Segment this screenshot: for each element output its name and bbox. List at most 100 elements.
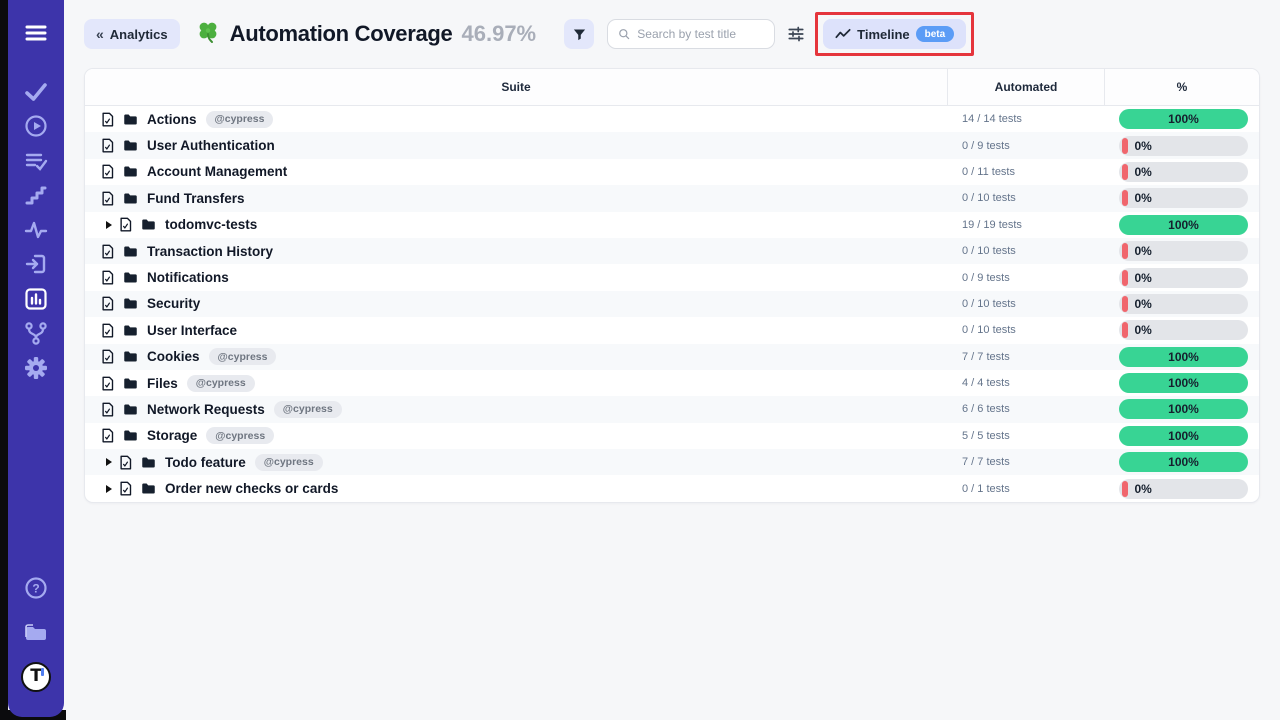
suite-cell: Network Requests @cypress — [85, 401, 947, 418]
table-row[interactable]: Order new checks or cards 0 / 1 tests 0% — [85, 475, 1259, 501]
suite-cell: Security — [85, 296, 947, 311]
percent-cell: 100% — [1104, 373, 1259, 393]
filter-button[interactable] — [564, 19, 594, 49]
table-row[interactable]: Security 0 / 10 tests 0% — [85, 291, 1259, 317]
percent-value: 0% — [1135, 244, 1152, 258]
suite-name: Actions — [147, 112, 197, 127]
test-file-icon — [101, 270, 114, 285]
percent-badge: 100% — [1119, 399, 1248, 419]
caret-right-icon[interactable] — [106, 458, 112, 466]
folder-icon — [123, 377, 138, 390]
login-icon[interactable] — [23, 251, 49, 277]
trend-line-icon — [835, 28, 851, 41]
suite-cell: Cookies @cypress — [85, 348, 947, 365]
search-box — [607, 19, 775, 49]
caret-right-icon[interactable] — [106, 485, 112, 493]
timeline-label: Timeline — [857, 27, 910, 42]
table-row[interactable]: Notifications 0 / 9 tests 0% — [85, 264, 1259, 290]
red-progress-bar — [1122, 270, 1128, 286]
funnel-icon — [572, 27, 587, 42]
suite-name: User Interface — [147, 323, 237, 338]
percent-value: 0% — [1135, 191, 1152, 205]
percent-value: 100% — [1168, 376, 1199, 390]
folder-docs-icon[interactable] — [23, 618, 49, 644]
red-progress-bar — [1122, 243, 1128, 259]
clover-icon — [196, 20, 220, 49]
caret-right-icon[interactable] — [106, 221, 112, 229]
screen-edge-left — [0, 0, 8, 720]
folder-icon — [141, 456, 156, 469]
folder-icon — [141, 482, 156, 495]
cypress-tag: @cypress — [209, 348, 277, 365]
suite-cell: todomvc-tests — [85, 217, 947, 232]
table-row[interactable]: todomvc-tests 19 / 19 tests 100% — [85, 212, 1259, 238]
table-row[interactable]: Transaction History 0 / 10 tests 0% — [85, 238, 1259, 264]
table-row[interactable]: Cookies @cypress 7 / 7 tests 100% — [85, 344, 1259, 370]
table-row[interactable]: User Interface 0 / 10 tests 0% — [85, 317, 1259, 343]
topbar: « Analytics Automation Coverage 46.97% — [64, 0, 1280, 68]
percent-badge: 100% — [1119, 347, 1248, 367]
suite-name: Security — [147, 296, 200, 311]
gear-icon[interactable] — [23, 355, 49, 381]
app-logo[interactable]: T — [20, 661, 52, 693]
suite-name: Storage — [147, 428, 197, 443]
percent-value: 0% — [1135, 271, 1152, 285]
red-progress-bar — [1122, 138, 1128, 154]
steps-icon[interactable] — [23, 182, 49, 208]
table-row[interactable]: Account Management 0 / 11 tests 0% — [85, 159, 1259, 185]
bar-chart-icon[interactable] — [23, 286, 49, 312]
timeline-button[interactable]: Timeline beta — [823, 19, 966, 49]
test-file-icon — [101, 376, 114, 391]
percent-value: 100% — [1168, 218, 1199, 232]
folder-icon — [123, 324, 138, 337]
branch-icon[interactable] — [23, 320, 49, 346]
folder-icon — [123, 113, 138, 126]
activity-icon[interactable] — [23, 217, 49, 243]
suite-cell: Notifications — [85, 270, 947, 285]
folder-icon — [141, 218, 156, 231]
percent-value: 0% — [1135, 165, 1152, 179]
folder-icon — [123, 297, 138, 310]
table-row[interactable]: Files @cypress 4 / 4 tests 100% — [85, 370, 1259, 396]
check-icon[interactable] — [23, 79, 49, 105]
suite-cell: Account Management — [85, 164, 947, 179]
table-row[interactable]: Actions @cypress 14 / 14 tests 100% — [85, 106, 1259, 132]
logo-circle: T — [21, 662, 51, 692]
percent-cell: 100% — [1104, 452, 1259, 472]
play-circle-icon[interactable] — [23, 113, 49, 139]
suite-cell: Storage @cypress — [85, 427, 947, 444]
percent-badge: 100% — [1119, 373, 1248, 393]
table-row[interactable]: Fund Transfers 0 / 10 tests 0% — [85, 185, 1259, 211]
list-check-icon[interactable] — [23, 148, 49, 174]
percent-badge: 100% — [1119, 426, 1248, 446]
search-input[interactable] — [637, 27, 764, 41]
menu-icon[interactable] — [23, 20, 49, 46]
adjustments-icon[interactable] — [787, 25, 805, 43]
table-row[interactable]: Network Requests @cypress 6 / 6 tests 10… — [85, 396, 1259, 422]
suite-name: Network Requests — [147, 402, 265, 417]
automated-cell: 0 / 9 tests — [947, 140, 1104, 152]
percent-value: 100% — [1168, 350, 1199, 364]
suite-name: todomvc-tests — [165, 217, 257, 232]
automated-cell: 0 / 10 tests — [947, 245, 1104, 257]
test-file-icon — [101, 296, 114, 311]
test-file-icon — [101, 349, 114, 364]
suite-name: Cookies — [147, 349, 200, 364]
automated-cell: 0 / 10 tests — [947, 298, 1104, 310]
table-row[interactable]: User Authentication 0 / 9 tests 0% — [85, 132, 1259, 158]
percent-badge: 0% — [1119, 294, 1248, 314]
help-icon[interactable]: ? — [23, 575, 49, 601]
sidebar: ? T — [8, 0, 64, 717]
test-file-icon — [101, 244, 114, 259]
percent-cell: 0% — [1104, 188, 1259, 208]
table-row[interactable]: Storage @cypress 5 / 5 tests 100% — [85, 423, 1259, 449]
column-header-suite: Suite — [85, 69, 947, 105]
automated-cell: 19 / 19 tests — [947, 219, 1104, 231]
percent-value: 0% — [1135, 323, 1152, 337]
analytics-back-button[interactable]: « Analytics — [84, 19, 180, 49]
automated-cell: 5 / 5 tests — [947, 430, 1104, 442]
percent-cell: 0% — [1104, 268, 1259, 288]
page-title: Automation Coverage — [230, 21, 453, 47]
table-row[interactable]: Todo feature @cypress 7 / 7 tests 100% — [85, 449, 1259, 475]
percent-badge: 0% — [1119, 320, 1248, 340]
